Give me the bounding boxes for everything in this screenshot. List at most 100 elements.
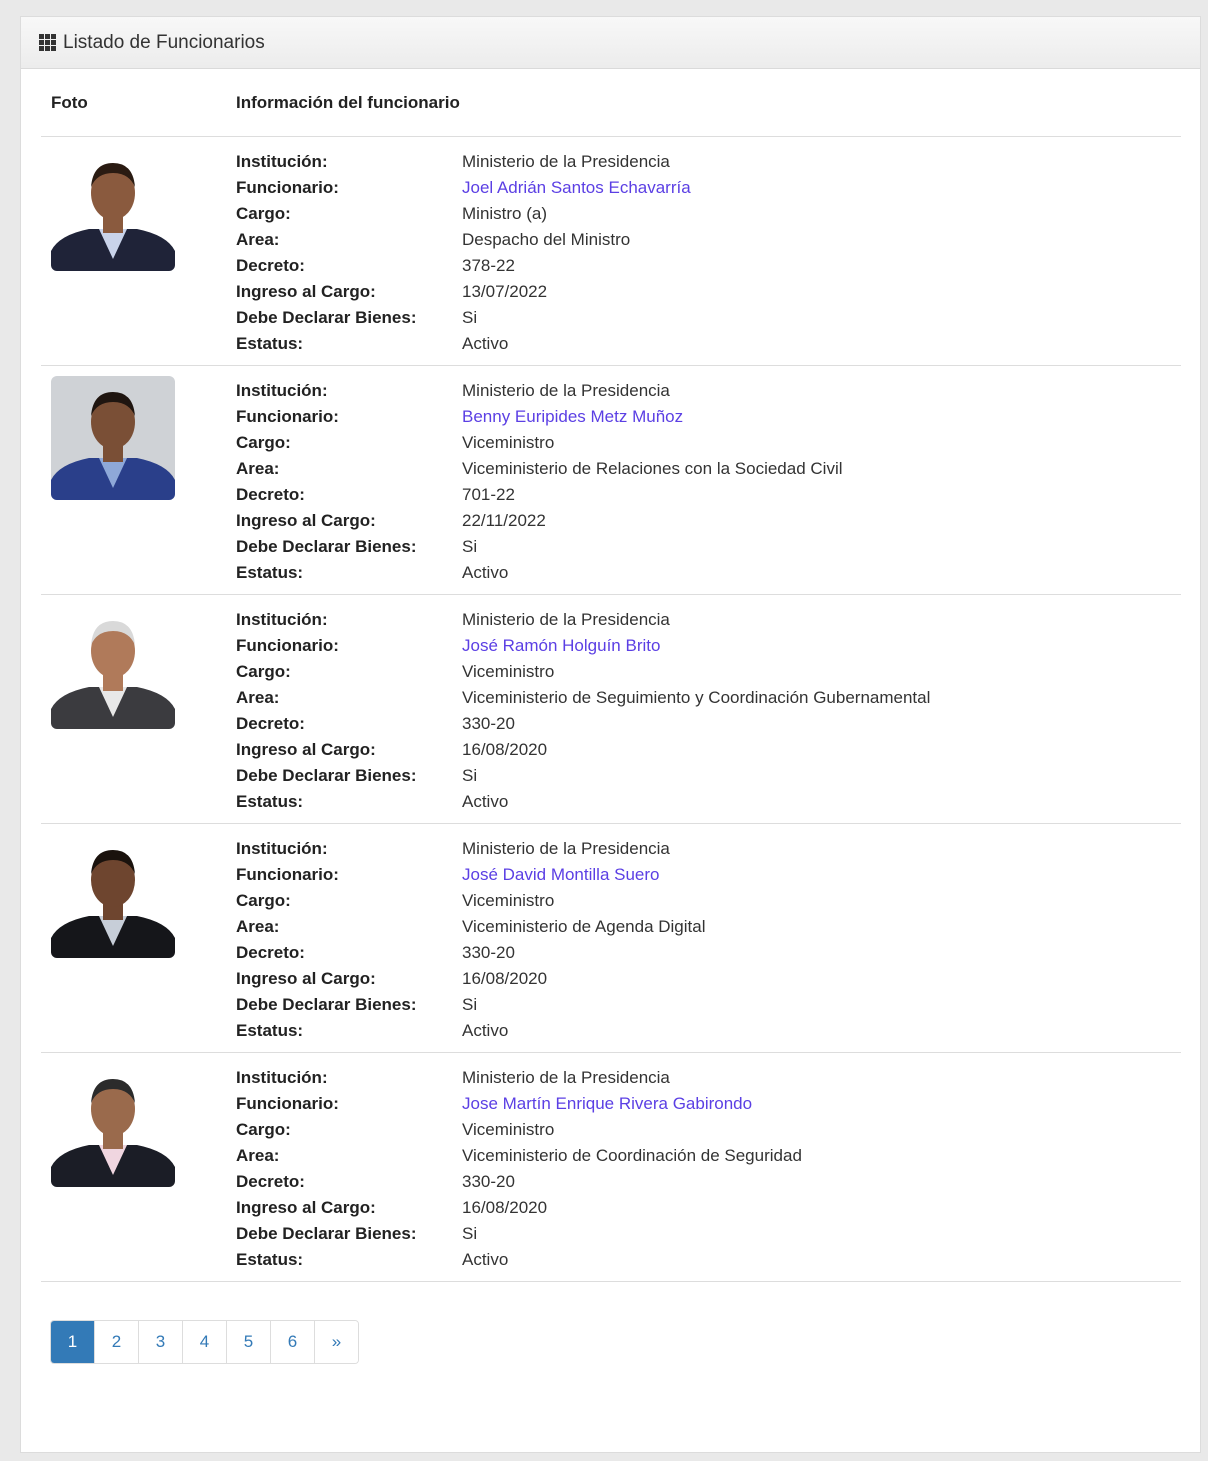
table-row: Institución: Ministerio de la Presidenci… [41,824,1181,1053]
value-institucion: Ministerio de la Presidencia [462,381,670,400]
info-line-area: Area: Viceministerio de Agenda Digital [236,914,1181,940]
label-decreto: Decreto: [236,485,305,504]
value-area: Viceministerio de Seguimiento y Coordina… [462,688,931,707]
value-institucion: Ministerio de la Presidencia [462,839,670,858]
info-line-institucion: Institución: Ministerio de la Presidenci… [236,1065,1181,1091]
label-funcionario: Funcionario: [236,636,339,655]
value-decreto: 378-22 [462,256,515,275]
value-cargo: Ministro (a) [462,204,548,223]
page-button-1[interactable]: 1 [51,1321,95,1363]
info-line-estatus: Estatus: Activo [236,331,1181,357]
label-declarar: Debe Declarar Bienes: [236,995,417,1014]
value-cargo: Viceministro [462,433,555,452]
label-declarar: Debe Declarar Bienes: [236,1224,417,1243]
label-cargo: Cargo: [236,891,291,910]
value-ingreso: 13/07/2022 [462,282,548,301]
value-estatus: Activo [462,792,509,811]
info-line-funcionario: Funcionario: José Ramón Holguín Brito [236,633,1181,659]
page-button-4[interactable]: 4 [183,1321,227,1363]
info-line-ingreso: Ingreso al Cargo: 16/08/2020 [236,1195,1181,1221]
official-name-link[interactable]: José Ramón Holguín Brito [462,636,660,656]
official-info: Institución: Ministerio de la Presidenci… [236,824,1181,1052]
info-line-cargo: Cargo: Viceministro [236,659,1181,685]
value-decreto: 330-20 [462,714,515,733]
label-institucion: Institución: [236,381,328,400]
label-cargo: Cargo: [236,204,291,223]
info-line-cargo: Cargo: Viceministro [236,888,1181,914]
photo-cell [41,824,236,1052]
value-decreto: 330-20 [462,943,515,962]
info-line-area: Area: Viceministerio de Coordinación de … [236,1143,1181,1169]
label-area: Area: [236,1146,280,1165]
official-photo [51,834,175,958]
page-button-6[interactable]: 6 [271,1321,315,1363]
grid-icon [39,34,56,51]
info-line-estatus: Estatus: Activo [236,1247,1181,1273]
page-button-3[interactable]: 3 [139,1321,183,1363]
info-line-funcionario: Funcionario: Joel Adrián Santos Echavarr… [236,175,1181,201]
label-decreto: Decreto: [236,943,305,962]
label-institucion: Institución: [236,1068,328,1087]
label-institucion: Institución: [236,610,328,629]
info-line-funcionario: Funcionario: Jose Martín Enrique Rivera … [236,1091,1181,1117]
info-line-institucion: Institución: Ministerio de la Presidenci… [236,378,1181,404]
label-estatus: Estatus: [236,1021,304,1040]
page-button-2[interactable]: 2 [95,1321,139,1363]
panel-title: Listado de Funcionarios [63,31,265,53]
label-institucion: Institución: [236,839,328,858]
value-declarar: Si [462,308,478,327]
value-cargo: Viceministro [462,1120,555,1139]
info-line-estatus: Estatus: Activo [236,560,1181,586]
official-name-link[interactable]: Jose Martín Enrique Rivera Gabirondo [462,1094,752,1114]
info-line-ingreso: Ingreso al Cargo: 22/11/2022 [236,508,1181,534]
header-info: Información del funcionario [236,92,460,112]
info-line-cargo: Cargo: Viceministro [236,1117,1181,1143]
value-estatus: Activo [462,334,509,353]
value-declarar: Si [462,537,478,556]
value-cargo: Viceministro [462,891,555,910]
value-decreto: 701-22 [462,485,515,504]
info-line-estatus: Estatus: Activo [236,1018,1181,1044]
info-line-institucion: Institución: Ministerio de la Presidenci… [236,149,1181,175]
info-line-funcionario: Funcionario: Benny Euripides Metz Muñoz [236,404,1181,430]
official-name-link[interactable]: Joel Adrián Santos Echavarría [462,178,691,198]
value-area: Despacho del Ministro [462,230,631,249]
info-line-ingreso: Ingreso al Cargo: 16/08/2020 [236,737,1181,763]
info-line-area: Area: Despacho del Ministro [236,227,1181,253]
pagination: 1 2 3 4 5 6» [50,1320,359,1364]
table-row: Institución: Ministerio de la Presidenci… [41,595,1181,824]
info-line-decreto: Decreto: 701-22 [236,482,1181,508]
official-photo [51,147,175,271]
value-declarar: Si [462,995,478,1014]
official-name-link[interactable]: José David Montilla Suero [462,865,659,885]
page-button-5[interactable]: 5 [227,1321,271,1363]
next-page-button[interactable]: » [315,1321,358,1363]
official-name-link[interactable]: Benny Euripides Metz Muñoz [462,407,683,427]
label-area: Area: [236,917,280,936]
label-ingreso: Ingreso al Cargo: [236,511,376,530]
value-declarar: Si [462,1224,478,1243]
value-institucion: Ministerio de la Presidencia [462,610,670,629]
value-ingreso: 22/11/2022 [462,511,546,530]
value-declarar: Si [462,766,478,785]
officials-panel: Listado de Funcionarios Foto Información… [20,16,1201,1453]
label-declarar: Debe Declarar Bienes: [236,766,417,785]
header-photo: Foto [51,92,88,112]
official-info: Institución: Ministerio de la Presidenci… [236,595,1181,823]
info-line-area: Area: Viceministerio de Seguimiento y Co… [236,685,1181,711]
value-estatus: Activo [462,1250,509,1269]
label-area: Area: [236,230,280,249]
value-area: Viceministerio de Coordinación de Seguri… [462,1146,802,1165]
photo-cell [41,366,236,594]
label-declarar: Debe Declarar Bienes: [236,308,417,327]
info-line-decreto: Decreto: 330-20 [236,1169,1181,1195]
info-line-declarar: Debe Declarar Bienes: Si [236,534,1181,560]
info-line-decreto: Decreto: 330-20 [236,711,1181,737]
label-area: Area: [236,688,280,707]
label-cargo: Cargo: [236,433,291,452]
value-institucion: Ministerio de la Presidencia [462,1068,670,1087]
value-ingreso: 16/08/2020 [462,740,548,759]
info-line-institucion: Institución: Ministerio de la Presidenci… [236,836,1181,862]
info-line-area: Area: Viceministerio de Relaciones con l… [236,456,1181,482]
table-header: Foto Información del funcionario [41,69,1181,137]
